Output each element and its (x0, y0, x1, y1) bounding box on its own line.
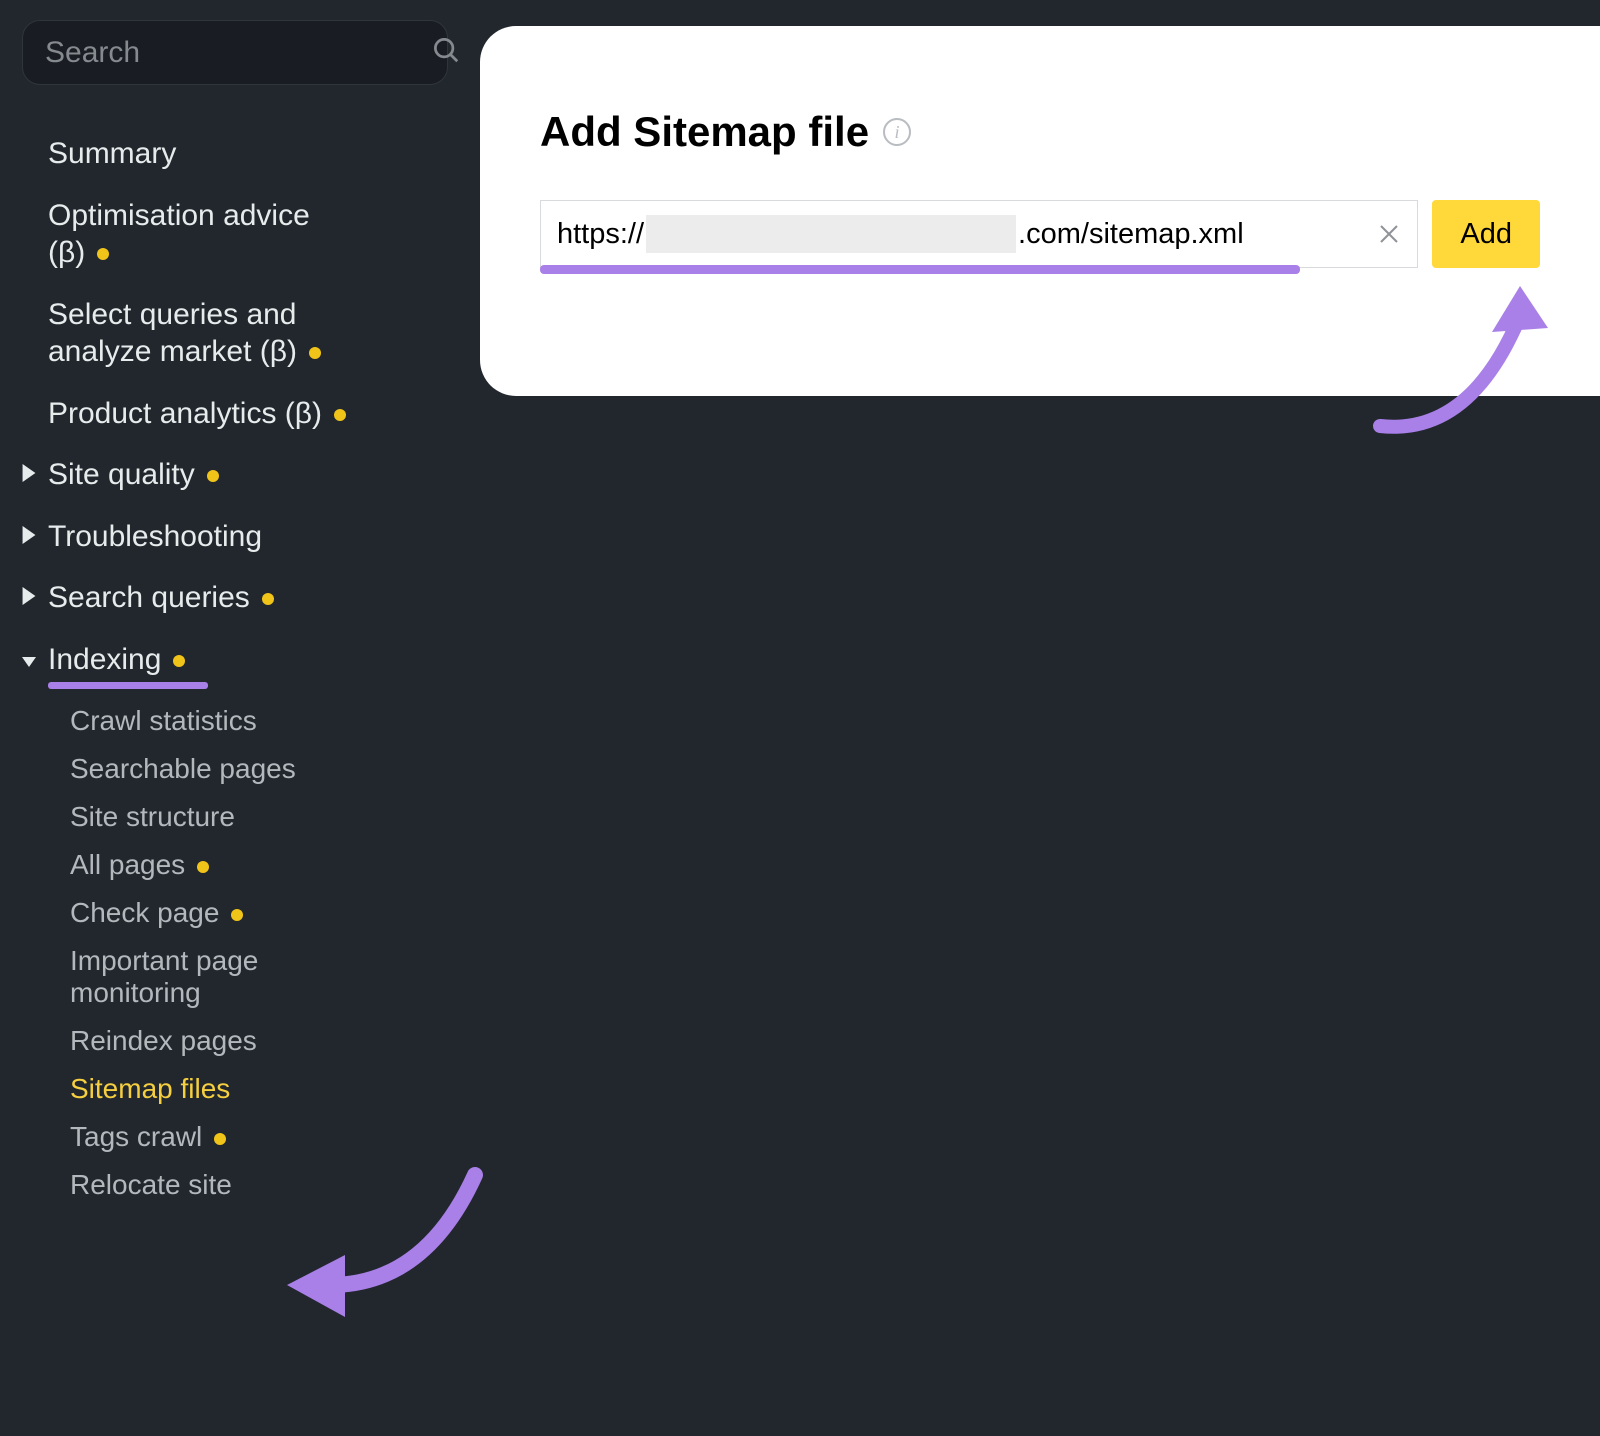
url-prefix: https:// (557, 218, 644, 251)
sidebar-item-label: Product analytics (β) (48, 397, 322, 430)
redacted-domain (646, 215, 1016, 253)
chevron-right-icon (22, 587, 36, 605)
sidebar-item-label: Site quality (48, 458, 195, 491)
indexing-submenu: Crawl statistics Searchable pages Site s… (22, 697, 448, 1209)
sub-item-crawl-statistics[interactable]: Crawl statistics (70, 697, 448, 745)
info-icon[interactable]: i (883, 118, 911, 146)
sub-item-label: Important page monitoring (70, 945, 258, 1008)
search-box[interactable] (22, 20, 448, 85)
sidebar-nav: Summary Optimisation advice (β) Select q… (22, 123, 448, 1209)
main-panel: Add Sitemap file i https:// .com/sitemap… (480, 26, 1600, 1436)
sub-item-label: Relocate site (70, 1169, 232, 1200)
status-dot-icon (309, 347, 321, 359)
add-button[interactable]: Add (1432, 200, 1540, 268)
status-dot-icon (334, 409, 346, 421)
sidebar-item-label: Indexing (48, 643, 161, 676)
sidebar-item-label: Search queries (48, 581, 250, 614)
sub-item-label: Check page (70, 897, 219, 928)
search-input[interactable] (45, 36, 431, 70)
sidebar: Summary Optimisation advice (β) Select q… (0, 0, 470, 1436)
sub-item-label: Site structure (70, 801, 235, 832)
sidebar-item-site-quality[interactable]: Site quality (22, 444, 448, 506)
sidebar-item-product-analytics[interactable]: Product analytics (β) (22, 383, 448, 445)
sidebar-item-label: Troubleshooting (48, 520, 262, 553)
sidebar-item-search-queries[interactable]: Search queries (22, 567, 448, 629)
annotation-underline (540, 265, 1300, 274)
sub-item-relocate-site[interactable]: Relocate site (70, 1161, 448, 1209)
sub-item-reindex-pages[interactable]: Reindex pages (70, 1017, 448, 1065)
sub-item-label: Searchable pages (70, 753, 296, 784)
status-dot-icon (214, 1133, 226, 1145)
status-dot-icon (207, 470, 219, 482)
sidebar-item-optimisation-advice[interactable]: Optimisation advice (β) (22, 185, 312, 284)
sub-item-label: All pages (70, 849, 185, 880)
clear-input-button[interactable] (1373, 218, 1405, 250)
sub-item-label: Sitemap files (70, 1073, 230, 1104)
sidebar-item-indexing[interactable]: Indexing (22, 629, 448, 681)
sub-item-all-pages[interactable]: All pages (70, 841, 448, 889)
status-dot-icon (97, 248, 109, 260)
chevron-right-icon (22, 526, 36, 544)
chevron-down-icon (22, 653, 36, 671)
card-title: Add Sitemap file (540, 108, 869, 156)
sub-item-searchable-pages[interactable]: Searchable pages (70, 745, 448, 793)
status-dot-icon (197, 861, 209, 873)
sidebar-item-label: Select queries and analyze market (β) (48, 298, 297, 369)
sub-item-label: Tags crawl (70, 1121, 202, 1152)
annotation-arrow-icon (1370, 276, 1570, 446)
sidebar-item-select-queries[interactable]: Select queries and analyze market (β) (22, 284, 382, 383)
status-dot-icon (262, 593, 274, 605)
sub-item-label: Reindex pages (70, 1025, 257, 1056)
sub-item-important-page-monitoring[interactable]: Important page monitoring (70, 937, 330, 1017)
url-value: https:// .com/sitemap.xml (557, 215, 1361, 253)
sidebar-item-troubleshooting[interactable]: Troubleshooting (22, 506, 448, 568)
sub-item-tags-crawl[interactable]: Tags crawl (70, 1113, 448, 1161)
sub-item-check-page[interactable]: Check page (70, 889, 448, 937)
sidebar-item-label: Summary (48, 137, 176, 170)
status-dot-icon (231, 909, 243, 921)
status-dot-icon (173, 655, 185, 667)
add-sitemap-card: Add Sitemap file i https:// .com/sitemap… (480, 26, 1600, 396)
annotation-underline (48, 682, 208, 689)
sub-item-sitemap-files[interactable]: Sitemap files (70, 1065, 448, 1113)
sitemap-url-input[interactable]: https:// .com/sitemap.xml (540, 200, 1418, 268)
sidebar-item-label: Optimisation advice (β) (48, 199, 310, 270)
sitemap-input-row: https:// .com/sitemap.xml Add (540, 200, 1540, 268)
search-icon (431, 35, 461, 70)
sub-item-site-structure[interactable]: Site structure (70, 793, 448, 841)
chevron-right-icon (22, 464, 36, 482)
url-suffix: .com/sitemap.xml (1018, 218, 1244, 251)
sidebar-item-summary[interactable]: Summary (22, 123, 448, 185)
sub-item-label: Crawl statistics (70, 705, 257, 736)
